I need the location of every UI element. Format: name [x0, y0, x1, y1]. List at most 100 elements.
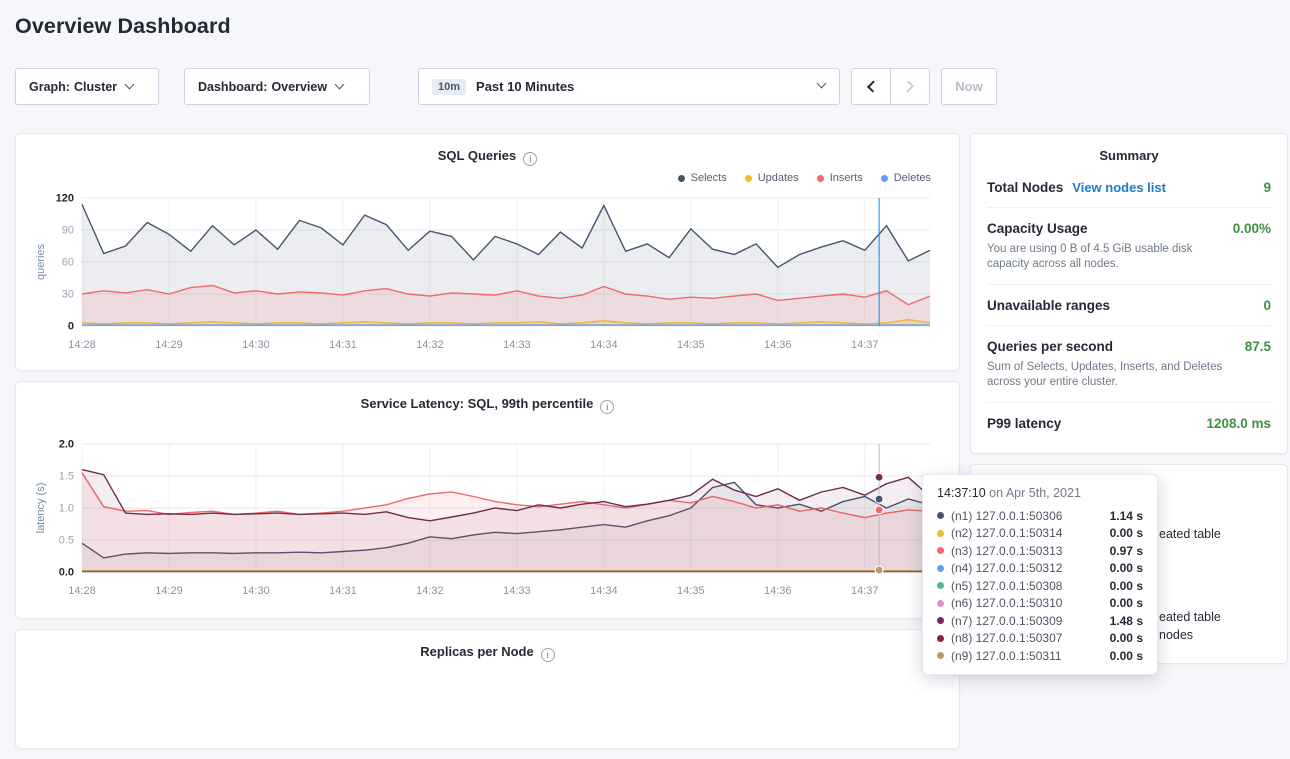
tooltip-node-row: (n4) 127.0.0.1:50312 0.00 s: [937, 560, 1143, 578]
legend-label: Updates: [758, 172, 799, 184]
legend-dot: [881, 175, 888, 182]
svg-text:14:31: 14:31: [329, 585, 357, 597]
series-color-dot: [937, 547, 944, 554]
tooltip-node-row: (n6) 127.0.0.1:503100.00 s: [937, 595, 1143, 613]
svg-text:1.0: 1.0: [59, 503, 74, 515]
node-latency-value: 0.00 s: [1110, 526, 1143, 540]
node-latency-value: 1.14 s: [1110, 509, 1143, 523]
svg-text:30: 30: [62, 289, 74, 301]
svg-text:14:36: 14:36: [764, 339, 792, 351]
summary-row-capacity-usage: Capacity Usage 0.00% You are using 0 B o…: [987, 207, 1271, 284]
svg-text:14:28: 14:28: [68, 339, 96, 351]
series-color-dot: [937, 617, 944, 624]
legend-item[interactable]: Updates: [745, 172, 799, 184]
svg-text:14:34: 14:34: [590, 339, 618, 351]
info-icon[interactable]: [541, 648, 555, 662]
total-nodes-value: 9: [1263, 180, 1271, 195]
chart-legend: Selects Updates Inserts Deletes: [32, 168, 943, 188]
summary-row-qps: Queries per second 87.5 Sum of Selects, …: [987, 325, 1271, 402]
svg-text:14:35: 14:35: [677, 339, 705, 351]
sql-queries-chart-panel: SQL Queries Selects Updates Inserts Deletes…: [15, 133, 960, 371]
info-icon[interactable]: [523, 152, 537, 166]
svg-text:60: 60: [62, 257, 74, 269]
svg-text:14:35: 14:35: [677, 585, 705, 597]
node-latency-value: 0.00 s: [1110, 561, 1143, 575]
qps-desc: Sum of Selects, Updates, Inserts, and De…: [987, 360, 1237, 390]
service-latency-chart[interactable]: 14:2814:2914:3014:3114:3214:3314:3414:35…: [32, 434, 940, 604]
legend-item[interactable]: Inserts: [817, 172, 863, 184]
now-button[interactable]: Now: [941, 68, 997, 105]
tooltip-node-row: (n3) 127.0.0.1:503130.97 s: [937, 542, 1143, 560]
view-nodes-list-link[interactable]: View nodes list: [1072, 180, 1166, 195]
sql-queries-chart[interactable]: 14:2814:2914:3014:3114:3214:3314:3414:35…: [32, 188, 940, 358]
node-latency-value: 0.00 s: [1110, 579, 1143, 593]
node-address-label: (n4) 127.0.0.1:50312: [951, 561, 1062, 575]
chart-hover-tooltip: 14:37:10 on Apr 5th, 2021 (n1) 127.0.0.1…: [922, 474, 1158, 675]
event-item-fragment[interactable]: eated table: [1159, 527, 1221, 541]
svg-text:14:29: 14:29: [155, 339, 183, 351]
chevron-left-icon: [867, 80, 879, 92]
time-range-badge: 10m: [432, 79, 466, 95]
time-prev-button[interactable]: [851, 68, 891, 105]
series-color-dot: [937, 565, 944, 572]
svg-text:0.5: 0.5: [59, 535, 74, 547]
capacity-usage-desc: You are using 0 B of 4.5 GiB usable disk…: [987, 242, 1237, 272]
tooltip-node-row: (n5) 127.0.0.1:503080.00 s: [937, 577, 1143, 595]
capacity-usage-value: 0.00%: [1233, 221, 1271, 236]
svg-text:14:32: 14:32: [416, 339, 444, 351]
node-latency-value: 0.00 s: [1110, 631, 1143, 645]
svg-text:14:36: 14:36: [764, 585, 792, 597]
legend-dot: [745, 175, 752, 182]
svg-text:0.0: 0.0: [59, 567, 74, 579]
charts-column: SQL Queries Selects Updates Inserts Deletes…: [15, 133, 960, 759]
total-nodes-label: Total Nodes: [987, 180, 1063, 195]
node-address-label: (n7) 127.0.0.1:50309: [951, 614, 1062, 628]
info-icon[interactable]: [600, 400, 614, 414]
legend-item[interactable]: Selects: [678, 172, 727, 184]
tooltip-time: 14:37:10: [937, 486, 986, 500]
node-address-label: (n9) 127.0.0.1:50311: [951, 649, 1062, 663]
legend-item[interactable]: Deletes: [881, 172, 931, 184]
replicas-per-node-chart-panel: Replicas per Node: [15, 629, 960, 749]
unavailable-ranges-value: 0: [1263, 298, 1271, 313]
series-color-dot: [937, 635, 944, 642]
unavailable-ranges-label: Unavailable ranges: [987, 298, 1110, 313]
qps-value: 87.5: [1245, 339, 1271, 354]
svg-text:14:37: 14:37: [851, 585, 879, 597]
legend-dot: [678, 175, 685, 182]
svg-text:queries: queries: [35, 243, 47, 280]
event-item-fragment[interactable]: eated table: [1159, 610, 1221, 624]
series-color-dot: [937, 582, 944, 589]
dashboard-dropdown[interactable]: Dashboard: Overview: [184, 68, 370, 105]
tooltip-header: 14:37:10 on Apr 5th, 2021: [937, 486, 1143, 500]
event-item-fragment[interactable]: nodes: [1159, 628, 1193, 642]
graph-dropdown-value: Cluster: [74, 80, 117, 94]
svg-text:90: 90: [62, 225, 74, 237]
svg-text:2.0: 2.0: [59, 439, 74, 451]
capacity-usage-label: Capacity Usage: [987, 221, 1088, 236]
chart-title: Service Latency: SQL, 99th percentile: [361, 396, 594, 411]
chevron-right-icon: [902, 80, 914, 92]
node-latency-value: 0.00 s: [1110, 649, 1143, 663]
node-latency-value: 0.97 s: [1110, 544, 1143, 558]
series-color-dot: [937, 530, 944, 537]
svg-text:14:32: 14:32: [416, 585, 444, 597]
tooltip-rows: (n1) 127.0.0.1:503061.14 s(n2) 127.0.0.1…: [937, 507, 1143, 665]
node-address-label: (n8) 127.0.0.1:50307: [951, 631, 1062, 645]
graph-dropdown[interactable]: Graph: Cluster: [15, 68, 159, 105]
node-latency-value: 1.48 s: [1110, 614, 1143, 628]
svg-text:14:34: 14:34: [590, 585, 618, 597]
node-latency-value: 0.00 s: [1110, 596, 1143, 610]
time-range-value: Past 10 Minutes: [476, 79, 574, 94]
tooltip-node-row: (n2) 127.0.0.1:503140.00 s: [937, 525, 1143, 543]
chart-title: Replicas per Node: [420, 644, 533, 659]
time-next-button[interactable]: [890, 68, 930, 105]
graph-dropdown-label: Graph:: [29, 80, 70, 94]
svg-text:14:31: 14:31: [329, 339, 357, 351]
p99-latency-label: P99 latency: [987, 416, 1061, 431]
time-range-dropdown[interactable]: 10m Past 10 Minutes: [418, 68, 840, 105]
chart-title: SQL Queries: [438, 148, 517, 163]
svg-text:14:33: 14:33: [503, 585, 531, 597]
series-color-dot: [937, 512, 944, 519]
summary-panel: Summary Total Nodes View nodes list 9 Ca…: [970, 133, 1288, 454]
